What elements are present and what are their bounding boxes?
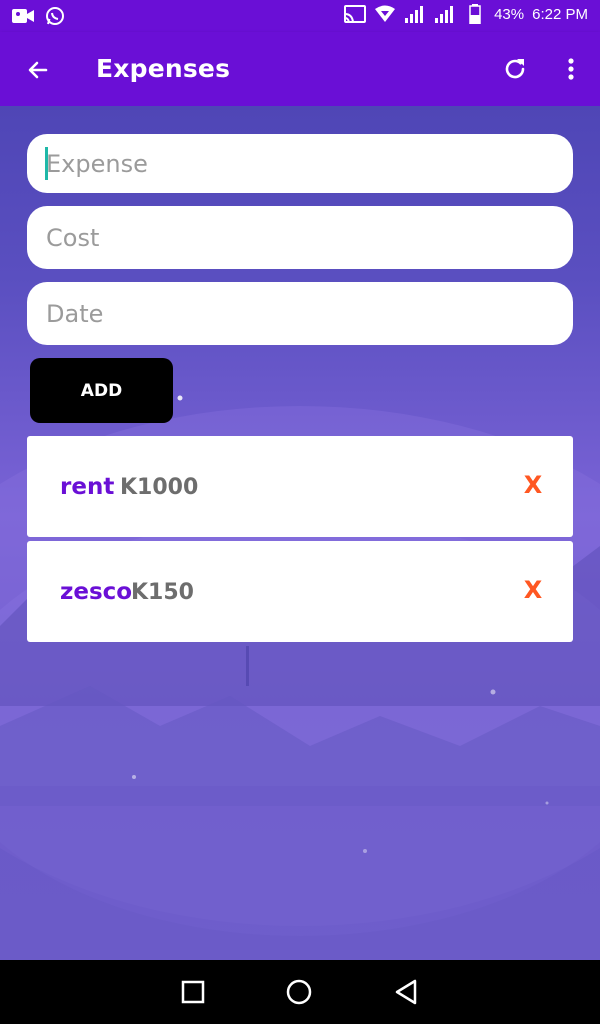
- expense-name: zesco: [60, 579, 133, 605]
- home-button[interactable]: [283, 976, 315, 1008]
- date-field[interactable]: [27, 282, 573, 345]
- home-circle-icon: [286, 979, 312, 1005]
- page-title: Expenses: [96, 54, 231, 83]
- expense-cost: K1000: [120, 475, 199, 500]
- status-bar: 43% 6:22 PM: [0, 0, 600, 32]
- text-cursor: [45, 147, 48, 180]
- video-camera-icon: [12, 6, 34, 26]
- clock: 6:22 PM: [532, 5, 588, 23]
- wifi-icon: [374, 4, 396, 24]
- delete-button[interactable]: X: [521, 576, 545, 604]
- add-button[interactable]: ADD: [30, 358, 173, 423]
- back-nav-button[interactable]: [390, 976, 422, 1008]
- cost-field[interactable]: [27, 206, 573, 269]
- back-button[interactable]: [20, 52, 56, 88]
- refresh-icon: [505, 59, 525, 79]
- app-bar: Expenses: [0, 32, 600, 106]
- refresh-button[interactable]: [497, 51, 533, 87]
- battery-percent: 43%: [494, 5, 525, 23]
- expense-cost: K150: [131, 580, 194, 605]
- date-input[interactable]: [46, 299, 573, 328]
- back-triangle-icon: [395, 979, 417, 1005]
- expense-input[interactable]: [46, 149, 573, 178]
- whatsapp-icon: [44, 6, 66, 26]
- cast-icon: [344, 4, 367, 24]
- arrow-left-icon: [28, 61, 48, 79]
- delete-button[interactable]: X: [521, 471, 545, 499]
- list-item: rent K1000 X: [27, 436, 573, 537]
- recents-button[interactable]: [177, 976, 209, 1008]
- signal-icon: [434, 4, 456, 24]
- list-item: zesco K150 X: [27, 541, 573, 642]
- system-nav-bar: [0, 960, 600, 1024]
- cost-input[interactable]: [46, 223, 573, 252]
- signal-icon: [404, 4, 426, 24]
- battery-icon: [464, 4, 486, 24]
- expense-name: rent: [60, 474, 115, 500]
- recents-square-icon: [181, 980, 205, 1004]
- more-vertical-icon: [568, 58, 574, 80]
- more-options-button[interactable]: [553, 51, 589, 87]
- expense-field[interactable]: [27, 134, 573, 193]
